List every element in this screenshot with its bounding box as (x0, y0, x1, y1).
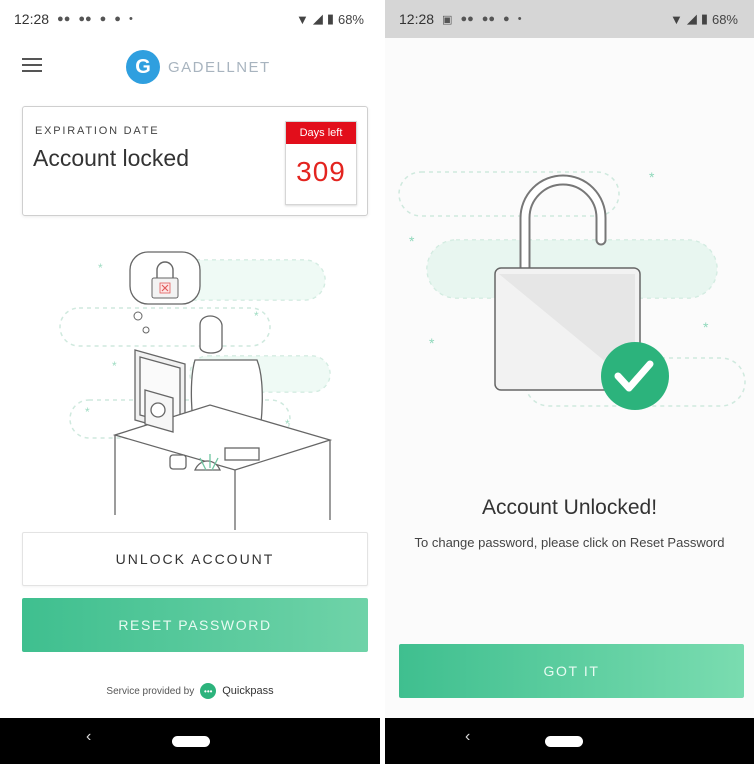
chat-icon: ●● (78, 13, 92, 25)
svg-text:*: * (254, 309, 259, 323)
clock: 12:28 (399, 11, 435, 27)
thought-bubble-icon (129, 251, 201, 334)
battery-icon: ▮ (326, 11, 334, 26)
record-icon: ● (114, 13, 121, 25)
clock: 12:28 (14, 11, 50, 27)
home-icon[interactable] (545, 736, 583, 747)
status-dot: • (128, 13, 133, 25)
unlocked-title: Account Unlocked! (481, 496, 658, 519)
svg-text:*: * (409, 233, 415, 249)
battery-percent: 68% (711, 11, 738, 27)
provided-by-text: Service provided by (106, 685, 195, 697)
svg-text:*: * (112, 359, 117, 373)
status-dot: • (517, 13, 522, 25)
wifi-icon: ▼ (669, 11, 683, 27)
days-left-badge: Days left 309 (285, 121, 357, 205)
brand-name: GADELLNET (168, 58, 271, 76)
brand-logo: G GADELLNET (126, 50, 271, 84)
quickpass-name: Quickpass (222, 685, 274, 697)
home-icon[interactable] (172, 736, 210, 747)
chat-icon: ●● (481, 13, 496, 25)
signal-icon: ◢ (686, 11, 697, 26)
service-footer: Service provided by ••• Quickpass (0, 683, 380, 699)
svg-text:*: * (649, 169, 655, 185)
unlock-account-button[interactable]: UNLOCK ACCOUNT (22, 532, 368, 586)
locked-screen: 12:28 ●● ●● ● ● • ▼ ◢ ▮ 68% G GADELLNET … (0, 0, 380, 764)
quickpass-logo-icon: ••• (200, 683, 217, 699)
wifi-icon: ▼ (295, 11, 309, 27)
unlocked-padlock-illustration: * * * * (398, 169, 746, 410)
unlocked-message: To change password, please click on Rese… (414, 535, 725, 550)
battery-percent: 68% (337, 11, 364, 27)
image-icon: ▣ (442, 13, 453, 26)
got-it-button[interactable]: GOT IT (399, 644, 744, 698)
svg-text:*: * (285, 417, 290, 431)
record-icon: ● (503, 13, 510, 25)
locked-illustration: * * * * * (59, 251, 333, 530)
account-status: Account locked (33, 145, 189, 171)
navigation-bar: ‹ (385, 718, 754, 764)
signal-icon: ◢ (312, 11, 323, 26)
expiration-card: EXPIRATION DATE Account locked Days left… (22, 106, 368, 216)
svg-text:*: * (703, 319, 709, 335)
expiration-label: EXPIRATION DATE (35, 125, 160, 137)
reset-password-button[interactable]: RESET PASSWORD (22, 598, 368, 652)
back-icon[interactable]: ‹ (86, 728, 91, 746)
record-icon: ● (99, 13, 107, 25)
status-bar: 12:28 ▣ ●● ●● ● • ▼ ◢ ▮ 68% (385, 0, 754, 38)
svg-text:*: * (98, 261, 103, 275)
chat-icon: ●● (460, 13, 474, 25)
status-bar: 12:28 ●● ●● ● ● • ▼ ◢ ▮ 68% (0, 0, 380, 38)
battery-icon: ▮ (700, 11, 708, 26)
back-icon[interactable]: ‹ (465, 728, 470, 746)
unlocked-screen: 12:28 ▣ ●● ●● ● • ▼ ◢ ▮ 68% * * * * Acco… (385, 0, 754, 764)
gadellnet-logo-icon: G (126, 50, 160, 84)
svg-text:*: * (429, 335, 435, 351)
chat-icon: ●● (57, 13, 71, 25)
menu-icon[interactable] (22, 58, 42, 74)
days-left-value: 309 (296, 156, 346, 187)
svg-text:*: * (85, 405, 90, 419)
navigation-bar: ‹ (0, 718, 380, 764)
days-left-label: Days left (286, 122, 356, 144)
